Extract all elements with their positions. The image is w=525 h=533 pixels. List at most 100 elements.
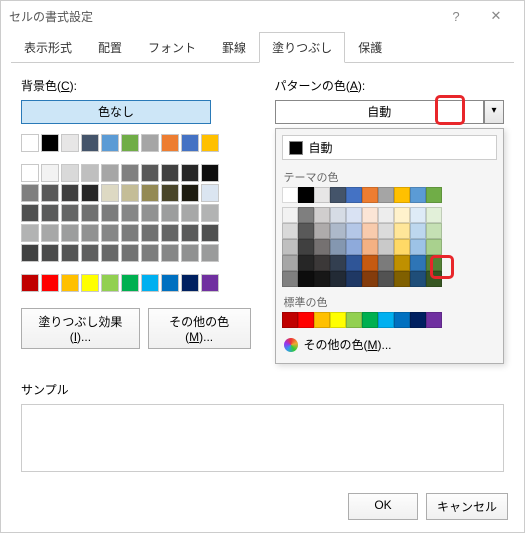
popup-more-colors[interactable]: その他の色(M)...	[282, 332, 498, 357]
color-swatch[interactable]	[201, 224, 219, 242]
color-swatch[interactable]	[141, 164, 159, 182]
color-swatch[interactable]	[298, 207, 314, 223]
color-swatch[interactable]	[121, 134, 139, 152]
color-swatch[interactable]	[410, 312, 426, 328]
auto-color-option[interactable]: 自動	[282, 135, 498, 160]
color-swatch[interactable]	[362, 271, 378, 287]
color-swatch[interactable]	[161, 134, 179, 152]
color-swatch[interactable]	[362, 255, 378, 271]
color-swatch[interactable]	[330, 187, 346, 203]
color-swatch[interactable]	[346, 312, 362, 328]
color-swatch[interactable]	[378, 207, 394, 223]
color-swatch[interactable]	[101, 224, 119, 242]
color-swatch[interactable]	[121, 274, 139, 292]
color-swatch[interactable]	[181, 134, 199, 152]
tab-font[interactable]: フォント	[135, 32, 209, 63]
color-swatch[interactable]	[141, 224, 159, 242]
cancel-button[interactable]: キャンセル	[426, 493, 508, 520]
color-swatch[interactable]	[61, 204, 79, 222]
tab-alignment[interactable]: 配置	[85, 32, 135, 63]
color-swatch[interactable]	[101, 184, 119, 202]
color-swatch[interactable]	[61, 224, 79, 242]
color-swatch[interactable]	[141, 274, 159, 292]
color-swatch[interactable]	[81, 164, 99, 182]
dropdown-arrow-button[interactable]: ▾	[484, 100, 504, 124]
color-swatch[interactable]	[121, 164, 139, 182]
color-swatch[interactable]	[298, 223, 314, 239]
color-swatch[interactable]	[201, 184, 219, 202]
color-swatch[interactable]	[21, 224, 39, 242]
color-swatch[interactable]	[161, 164, 179, 182]
color-swatch[interactable]	[21, 134, 39, 152]
color-swatch[interactable]	[346, 187, 362, 203]
color-swatch[interactable]	[161, 204, 179, 222]
color-swatch[interactable]	[394, 239, 410, 255]
color-swatch[interactable]	[141, 184, 159, 202]
color-swatch[interactable]	[161, 224, 179, 242]
color-swatch[interactable]	[314, 187, 330, 203]
color-swatch[interactable]	[314, 312, 330, 328]
color-swatch[interactable]	[330, 239, 346, 255]
color-swatch[interactable]	[330, 312, 346, 328]
color-swatch[interactable]	[282, 271, 298, 287]
color-swatch[interactable]	[426, 312, 442, 328]
color-swatch[interactable]	[121, 184, 139, 202]
color-swatch[interactable]	[394, 312, 410, 328]
color-swatch[interactable]	[362, 239, 378, 255]
color-swatch[interactable]	[101, 204, 119, 222]
color-swatch[interactable]	[81, 244, 99, 262]
color-swatch[interactable]	[81, 184, 99, 202]
ok-button[interactable]: OK	[348, 493, 418, 520]
color-swatch[interactable]	[298, 312, 314, 328]
color-swatch[interactable]	[378, 312, 394, 328]
color-swatch[interactable]	[41, 204, 59, 222]
tab-protection[interactable]: 保護	[345, 32, 395, 63]
color-swatch[interactable]	[21, 244, 39, 262]
color-swatch[interactable]	[378, 187, 394, 203]
color-swatch[interactable]	[41, 184, 59, 202]
color-swatch[interactable]	[394, 271, 410, 287]
color-swatch[interactable]	[282, 207, 298, 223]
color-swatch[interactable]	[61, 274, 79, 292]
color-swatch[interactable]	[410, 255, 426, 271]
color-swatch[interactable]	[282, 239, 298, 255]
color-swatch[interactable]	[282, 223, 298, 239]
color-swatch[interactable]	[21, 184, 39, 202]
color-swatch[interactable]	[61, 184, 79, 202]
color-swatch[interactable]	[282, 187, 298, 203]
color-swatch[interactable]	[81, 224, 99, 242]
color-swatch[interactable]	[141, 134, 159, 152]
color-swatch[interactable]	[201, 274, 219, 292]
color-swatch[interactable]	[181, 164, 199, 182]
color-swatch[interactable]	[161, 274, 179, 292]
color-swatch[interactable]	[362, 207, 378, 223]
color-swatch[interactable]	[41, 164, 59, 182]
color-swatch[interactable]	[426, 239, 442, 255]
tab-border[interactable]: 罫線	[209, 32, 259, 63]
color-swatch[interactable]	[314, 271, 330, 287]
color-swatch[interactable]	[410, 223, 426, 239]
color-swatch[interactable]	[410, 239, 426, 255]
color-swatch[interactable]	[141, 204, 159, 222]
color-swatch[interactable]	[394, 207, 410, 223]
close-button[interactable]: ✕	[476, 8, 516, 24]
color-swatch[interactable]	[314, 255, 330, 271]
color-swatch[interactable]	[314, 223, 330, 239]
color-swatch[interactable]	[141, 244, 159, 262]
color-swatch[interactable]	[394, 223, 410, 239]
color-swatch[interactable]	[181, 244, 199, 262]
color-swatch[interactable]	[426, 207, 442, 223]
color-swatch[interactable]	[101, 244, 119, 262]
color-swatch[interactable]	[298, 255, 314, 271]
color-swatch[interactable]	[61, 164, 79, 182]
color-swatch[interactable]	[298, 187, 314, 203]
color-swatch[interactable]	[201, 204, 219, 222]
color-swatch[interactable]	[81, 134, 99, 152]
fill-effects-button[interactable]: 塗りつぶし効果(I)...	[21, 308, 140, 349]
color-swatch[interactable]	[330, 207, 346, 223]
color-swatch[interactable]	[298, 239, 314, 255]
color-swatch[interactable]	[346, 239, 362, 255]
color-swatch[interactable]	[181, 184, 199, 202]
color-swatch[interactable]	[314, 207, 330, 223]
color-swatch[interactable]	[121, 224, 139, 242]
